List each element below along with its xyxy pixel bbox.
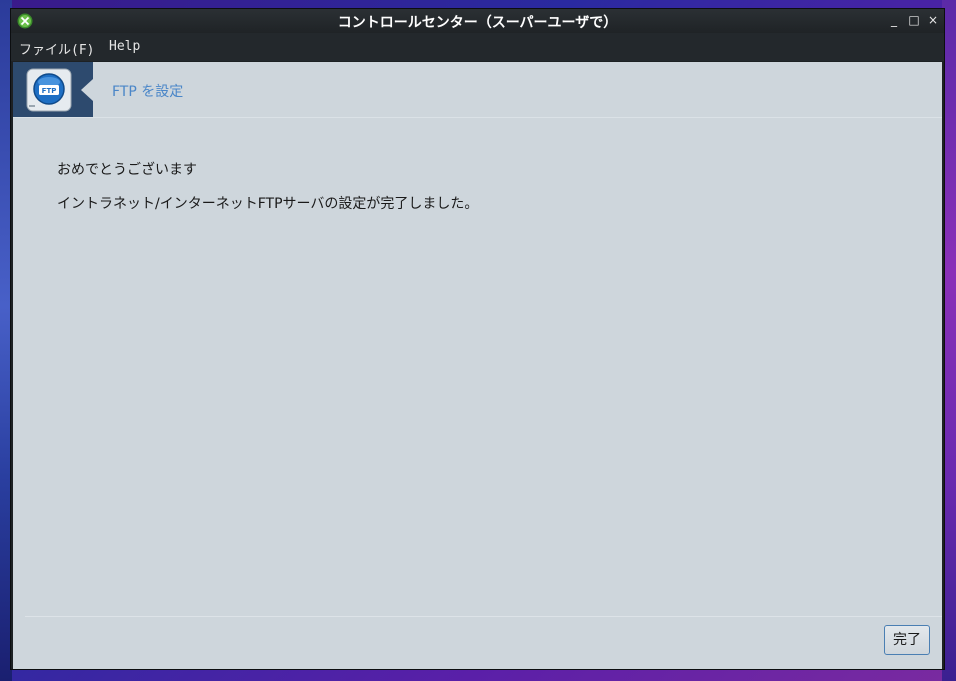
window-title: コントロールセンター（スーパーユーザで） [337, 15, 618, 31]
main-content: FTP FTP を設定 おめでとうございます イントラネット/インターネットFT… [13, 62, 942, 669]
maximize-button[interactable]: □ [907, 13, 921, 27]
control-center-window: コントロールセンター（スーパーユーザで） _ □ × ファイル(F) Help … [10, 8, 945, 670]
title-bar[interactable]: コントロールセンター（スーパーユーザで） _ □ × [11, 9, 944, 33]
close-button[interactable]: × [926, 13, 940, 27]
menu-bar: ファイル(F) Help [11, 33, 944, 61]
header-banner: FTP FTP を設定 [13, 62, 942, 118]
menu-help[interactable]: Help [109, 39, 140, 54]
completion-message: イントラネット/インターネットFTPサーバの設定が完了しました。 [57, 196, 479, 212]
finish-button[interactable]: 完了 [884, 625, 930, 655]
minimize-button[interactable]: _ [887, 13, 901, 27]
svg-text:FTP: FTP [42, 87, 57, 95]
menu-file[interactable]: ファイル(F) [19, 39, 94, 58]
page-title: FTP を設定 [112, 84, 184, 100]
footer-divider [25, 616, 942, 617]
banner-arrow [81, 79, 93, 101]
congratulations-heading: おめでとうございます [57, 162, 197, 178]
ftp-icon: FTP [26, 68, 72, 112]
